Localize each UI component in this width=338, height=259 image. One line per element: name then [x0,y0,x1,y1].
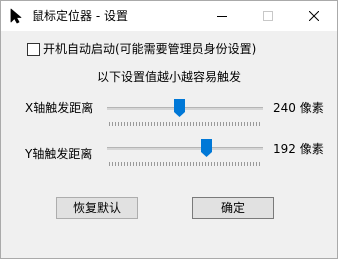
ok-button[interactable]: 确定 [192,197,274,219]
y-distance-label: Y轴触发距离 [25,147,93,161]
title-bar[interactable]: 鼠标定位器 - 设置 [1,1,337,31]
reset-defaults-button[interactable]: 恢复默认 [56,197,138,219]
minimize-icon [217,16,227,17]
close-button[interactable] [291,1,337,31]
mouse-cursor-icon [9,8,25,24]
x-distance-value: 240 像素 [273,101,324,115]
autostart-checkbox[interactable] [27,43,40,56]
minimize-button[interactable] [199,1,245,31]
y-distance-value: 192 像素 [273,142,324,156]
slider-thumb[interactable] [201,139,213,157]
sensitivity-hint: 以下设置值越小越容易触发 [96,70,241,84]
autostart-label[interactable]: 开机自动启动(可能需要管理员身份设置) [43,41,256,58]
settings-window: 鼠标定位器 - 设置 开机自动启动(可能需要管理员身份设置) 以下设置值越小越容… [0,0,338,259]
close-icon [309,11,319,21]
x-distance-slider[interactable] [103,99,267,129]
slider-thumb[interactable] [173,99,185,117]
slider-ticks [109,162,261,166]
x-distance-label: X轴触发距离 [25,101,94,115]
slider-ticks [109,122,261,126]
window-title: 鼠标定位器 - 设置 [32,9,128,23]
y-distance-slider[interactable] [103,139,267,169]
maximize-button [245,1,291,31]
slider-track [107,107,263,110]
maximize-icon [263,11,273,21]
slider-track [107,147,263,150]
